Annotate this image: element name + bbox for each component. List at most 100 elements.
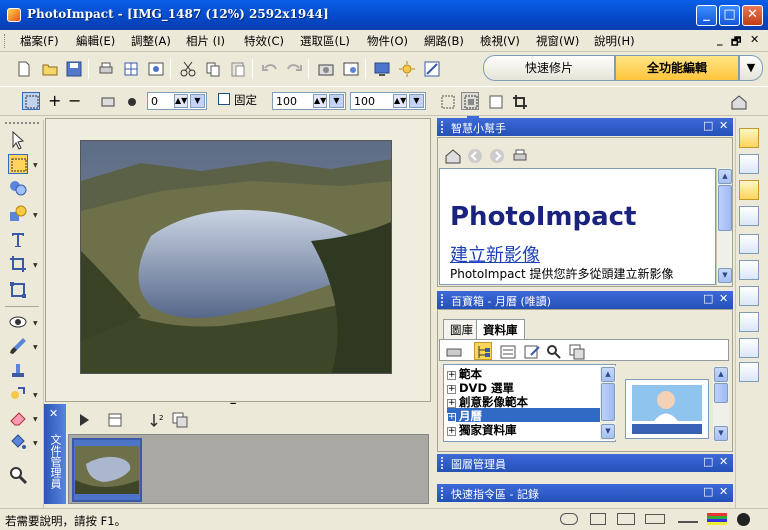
tool-flyout-arrow[interactable]: ▼	[33, 262, 38, 269]
new-file-icon[interactable]	[14, 59, 32, 77]
panel-grip[interactable]	[441, 487, 444, 499]
tool-flyout-arrow[interactable]: ▼	[33, 212, 38, 219]
tab-library[interactable]: 資料庫	[476, 319, 525, 340]
invert-selection-icon[interactable]	[461, 92, 479, 110]
list-view-icon[interactable]	[498, 342, 516, 360]
sun-effect-icon[interactable]	[397, 59, 415, 77]
soft-edge-spinner[interactable]: 0 ▲▼ ▼	[147, 92, 207, 110]
transform-tool-icon[interactable]	[8, 280, 28, 300]
spinner-arrows-icon[interactable]: ▲▼	[174, 94, 188, 108]
path-tool-icon[interactable]	[8, 178, 28, 198]
photo-canvas[interactable]	[80, 140, 392, 374]
scroll-thumb[interactable]	[718, 185, 732, 231]
mdi-minimize-button[interactable]: _	[717, 33, 723, 46]
quick-command-restore-button[interactable]: □	[703, 485, 713, 498]
side-help-panel-button[interactable]	[739, 128, 759, 148]
app-icon[interactable]	[7, 8, 21, 22]
maximize-button[interactable]: □	[719, 5, 740, 26]
side-play-button[interactable]	[739, 286, 759, 306]
tool-flyout-arrow[interactable]: ▼	[33, 344, 38, 351]
layer-manager-close-button[interactable]: ✕	[719, 455, 728, 468]
tree-view-icon[interactable]	[474, 342, 492, 360]
menu-object[interactable]: 物件(O)	[367, 33, 408, 49]
menu-web[interactable]: 網路(B)	[424, 33, 464, 49]
camera-icon[interactable]	[316, 59, 334, 77]
create-new-image-link[interactable]: 建立新影像	[450, 241, 540, 267]
expand-icon[interactable]: +	[447, 399, 456, 408]
document-manager-close-button[interactable]: ✕	[49, 407, 58, 420]
panel-grip[interactable]	[441, 294, 444, 306]
side-library-button[interactable]	[739, 180, 759, 200]
expand-selection-icon[interactable]	[486, 92, 504, 110]
tree-item[interactable]: + 創意影像範本	[447, 394, 602, 409]
quick-command-header[interactable]: 快速指令區 - 記錄 □ ✕	[437, 484, 733, 502]
status-record-icon[interactable]	[737, 513, 750, 526]
save-icon[interactable]	[64, 59, 82, 77]
shape-tool-icon[interactable]	[8, 204, 28, 224]
eraser-tool-icon[interactable]	[8, 408, 28, 428]
side-help-button[interactable]	[739, 362, 759, 382]
home-icon[interactable]	[729, 92, 747, 110]
status-ruler-icon[interactable]	[645, 514, 665, 524]
help-panel-header[interactable]: 智慧小幫手 □ ✕	[437, 118, 733, 136]
selection-tool-icon[interactable]	[8, 154, 28, 174]
full-edit-mode-button[interactable]: 全功能編輯	[615, 55, 739, 81]
scroll-up-icon[interactable]: ▲	[601, 367, 615, 382]
crop-tool-icon[interactable]	[8, 254, 28, 274]
menu-edit[interactable]: 編輯(E)	[76, 33, 115, 49]
tool-flyout-arrow[interactable]: ▼	[33, 416, 38, 423]
scroll-down-icon[interactable]: ▼	[714, 426, 728, 441]
copy-library-icon[interactable]	[567, 342, 585, 360]
side-layers-button[interactable]	[739, 154, 759, 174]
layer-manager-header[interactable]: 圖層管理員 □ ✕	[437, 454, 733, 472]
print-layout-icon[interactable]	[121, 59, 139, 77]
expand-icon[interactable]: +	[447, 385, 456, 394]
spinner-arrows-icon[interactable]: ▲▼	[313, 94, 327, 108]
library-panel-close-button[interactable]: ✕	[719, 292, 728, 305]
menu-file[interactable]: 檔案(F)	[20, 33, 59, 49]
red-eye-tool-icon[interactable]	[8, 312, 28, 332]
fill-tool-icon[interactable]	[8, 432, 28, 452]
help-forward-icon[interactable]	[487, 146, 505, 164]
status-frame-icon[interactable]	[617, 513, 635, 525]
library-panel-header[interactable]: 百寶箱 - 月曆 (唯讀) □ ✕	[437, 291, 733, 309]
copy-icon[interactable]	[203, 59, 221, 77]
scroll-down-icon[interactable]: ▼	[718, 268, 732, 283]
text-tool-icon[interactable]	[8, 230, 28, 250]
cut-icon[interactable]	[178, 59, 196, 77]
tool-flyout-arrow[interactable]: ▼	[33, 162, 38, 169]
help-panel-restore-button[interactable]: □	[703, 119, 713, 132]
soft-edge-icon[interactable]	[122, 92, 140, 110]
help-print-icon[interactable]	[510, 146, 528, 164]
clone-tool-icon[interactable]	[8, 384, 28, 404]
document-manager-tab[interactable]: ✕ 文件管理員	[44, 404, 66, 504]
minimize-button[interactable]: _	[696, 5, 717, 26]
side-display-button[interactable]	[739, 312, 759, 332]
preview-scrollbar[interactable]: ▲ ▼	[713, 366, 729, 442]
play-icon[interactable]	[74, 410, 92, 428]
sort-icon[interactable]: 2	[148, 410, 166, 428]
help-scrollbar[interactable]: ▲ ▼	[716, 168, 732, 285]
side-monitor-button[interactable]	[739, 338, 759, 358]
menu-view[interactable]: 檢視(V)	[480, 33, 520, 49]
menubar-grip[interactable]	[4, 34, 7, 48]
edit-library-icon[interactable]	[522, 342, 540, 360]
select-all-icon[interactable]	[438, 92, 456, 110]
scroll-thumb[interactable]	[601, 383, 615, 421]
crop-icon[interactable]	[510, 92, 528, 110]
pick-tool-icon[interactable]	[8, 130, 28, 150]
scanner-icon[interactable]	[341, 59, 359, 77]
status-grid-icon[interactable]	[590, 513, 606, 525]
side-objects-button[interactable]	[739, 206, 759, 226]
scroll-down-icon[interactable]: ▼	[601, 424, 615, 439]
quick-fix-mode-button[interactable]: 快速修片	[483, 55, 615, 81]
expand-icon[interactable]: +	[447, 413, 456, 422]
library-panel-restore-button[interactable]: □	[703, 292, 713, 305]
subtract-selection-button[interactable]: −	[68, 91, 81, 110]
tool-flyout-arrow[interactable]: ▼	[33, 320, 38, 327]
scroll-up-icon[interactable]: ▲	[718, 169, 732, 184]
help-home-icon[interactable]	[443, 146, 461, 164]
status-color-icon[interactable]	[707, 513, 727, 525]
status-histogram-icon[interactable]	[678, 517, 698, 523]
spinner-dropdown-icon[interactable]: ▼	[409, 94, 424, 108]
